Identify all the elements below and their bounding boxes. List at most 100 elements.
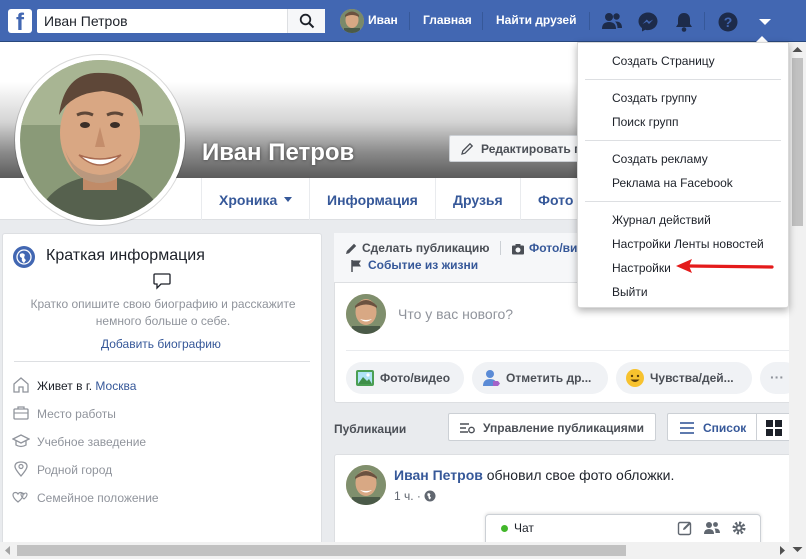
- notifications-button[interactable]: [670, 9, 696, 33]
- menu-item-create-page[interactable]: Создать Страницу: [578, 50, 788, 72]
- menu-item-log-out[interactable]: Выйти: [578, 281, 788, 303]
- menu-item-create-ads[interactable]: Создать рекламу: [578, 148, 788, 170]
- friend-requests-icon: [602, 13, 622, 29]
- scroll-down-arrow-icon[interactable]: [792, 546, 803, 553]
- profile-picture[interactable]: [15, 55, 185, 225]
- gear-icon[interactable]: [731, 520, 747, 536]
- friend-requests-button[interactable]: [598, 9, 624, 33]
- nav-separator: [409, 12, 410, 30]
- briefcase-icon: [13, 406, 29, 420]
- tab-friends-label: Друзья: [453, 192, 503, 208]
- chevron-down-icon: [759, 19, 771, 25]
- sliders-icon: [460, 423, 475, 434]
- speech-bubble-icon[interactable]: [152, 272, 172, 290]
- composer-tab-photo-label: Фото/ви: [529, 241, 578, 255]
- avatar-face-icon: [346, 294, 386, 334]
- grid-icon: [766, 420, 782, 436]
- help-icon: ?: [718, 12, 738, 32]
- nav-separator: [589, 12, 590, 30]
- edit-profile-label: Редактировать п: [481, 142, 582, 156]
- tab-timeline-label: Хроника: [219, 192, 278, 208]
- nav-profile-link[interactable]: Иван: [368, 13, 398, 27]
- list-view-button[interactable]: Список: [667, 413, 757, 441]
- composer-tab-life-event-label: Событие из жизни: [368, 258, 479, 272]
- scroll-up-arrow-icon[interactable]: [792, 46, 803, 53]
- menu-item-create-group[interactable]: Создать группу: [578, 87, 788, 109]
- intro-work-label: Место работы: [37, 407, 116, 421]
- home-icon: [13, 377, 29, 393]
- caret-down-icon: [284, 197, 292, 202]
- scroll-left-arrow-icon[interactable]: [4, 546, 12, 555]
- list-view-label: Список: [703, 421, 747, 435]
- menu-item-news-feed-preferences[interactable]: Настройки Ленты новостей: [578, 233, 788, 255]
- post-title: Иван Петров обновил свое фото обложки.: [394, 467, 675, 483]
- menu-item-find-groups[interactable]: Поиск групп: [578, 111, 788, 133]
- account-menu-button[interactable]: [751, 9, 777, 33]
- camera-icon: [512, 244, 524, 255]
- menu-separator: [585, 79, 781, 80]
- new-message-icon[interactable]: [677, 520, 693, 536]
- search-icon: [299, 13, 315, 29]
- post-author-link[interactable]: Иван Петров: [394, 467, 483, 483]
- svg-text:?: ?: [724, 14, 733, 30]
- profile-name[interactable]: Иван Петров: [202, 139, 354, 167]
- composer-input[interactable]: Что у вас нового?: [398, 306, 513, 322]
- intro-relationship-label: Семейное положение: [37, 491, 159, 505]
- nav-home-link[interactable]: Главная: [423, 13, 472, 27]
- menu-item-advertising[interactable]: Реклама на Facebook: [578, 172, 788, 194]
- intro-title: Краткая информация: [46, 247, 205, 264]
- intro-divider: [14, 361, 310, 362]
- avatar-face-icon: [340, 9, 364, 33]
- pencil-icon: [346, 243, 357, 254]
- manage-posts-label: Управление публикациями: [483, 421, 644, 435]
- chat-label: Чат: [514, 521, 534, 535]
- search-button[interactable]: [287, 9, 325, 33]
- feeling-activity-button[interactable]: Чувства/дей...: [616, 362, 752, 394]
- add-bio-link[interactable]: Добавить биографию: [101, 337, 221, 351]
- scroll-right-arrow-icon[interactable]: [778, 546, 786, 555]
- intro-education-label: Учебное заведение: [37, 435, 147, 449]
- public-globe-icon[interactable]: [424, 490, 436, 502]
- graduation-cap-icon: [12, 434, 30, 448]
- group-chat-icon[interactable]: [703, 520, 721, 536]
- photo-video-label: Фото/видео: [380, 371, 451, 385]
- composer-avatar[interactable]: [346, 294, 386, 334]
- tag-friends-icon: [483, 370, 500, 386]
- photo-video-button[interactable]: Фото/видео: [346, 362, 464, 394]
- horizontal-scroll-thumb[interactable]: [17, 545, 626, 556]
- vertical-scroll-thumb[interactable]: [792, 58, 803, 226]
- composer-tab-post-label: Сделать публикацию: [362, 241, 490, 255]
- location-pin-icon: [14, 461, 28, 477]
- manage-posts-button[interactable]: Управление публикациями: [448, 413, 656, 441]
- nav-find-friends-link[interactable]: Найти друзей: [496, 13, 576, 27]
- tab-photos[interactable]: Фото: [521, 178, 577, 220]
- intro-hometown-label: Родной город: [37, 463, 113, 477]
- help-button[interactable]: ?: [714, 9, 740, 33]
- tab-friends[interactable]: Друзья: [436, 178, 520, 220]
- search-box[interactable]: [37, 9, 325, 33]
- profile-face-icon: [20, 60, 180, 220]
- more-options-icon: ···: [770, 369, 784, 385]
- menu-item-activity-log[interactable]: Журнал действий: [578, 209, 788, 231]
- messenger-button[interactable]: [634, 9, 660, 33]
- menu-separator: [585, 201, 781, 202]
- tag-friends-button[interactable]: Отметить др...: [472, 362, 608, 394]
- facebook-logo[interactable]: f: [8, 9, 32, 36]
- composer-tab-separator: [500, 241, 501, 255]
- grid-view-button[interactable]: [757, 413, 793, 441]
- nav-separator: [482, 12, 483, 30]
- flag-icon: [351, 260, 361, 272]
- lives-in-city-link[interactable]: Москва: [95, 379, 136, 393]
- tab-timeline[interactable]: Хроника: [202, 178, 309, 220]
- nav-avatar[interactable]: [340, 9, 364, 33]
- search-input[interactable]: [37, 9, 287, 33]
- photo-icon: [356, 370, 374, 386]
- post-timestamp[interactable]: 1 ч. ·: [394, 489, 421, 503]
- tab-about[interactable]: Информация: [310, 178, 435, 220]
- list-icon: [680, 422, 694, 434]
- bio-prompt: Кратко опишите свою биографию и расскажи…: [30, 297, 296, 328]
- messenger-icon: [638, 12, 658, 32]
- post-author-avatar[interactable]: [346, 465, 386, 505]
- posts-section-title: Публикации: [334, 422, 407, 436]
- smiley-icon: [626, 369, 644, 387]
